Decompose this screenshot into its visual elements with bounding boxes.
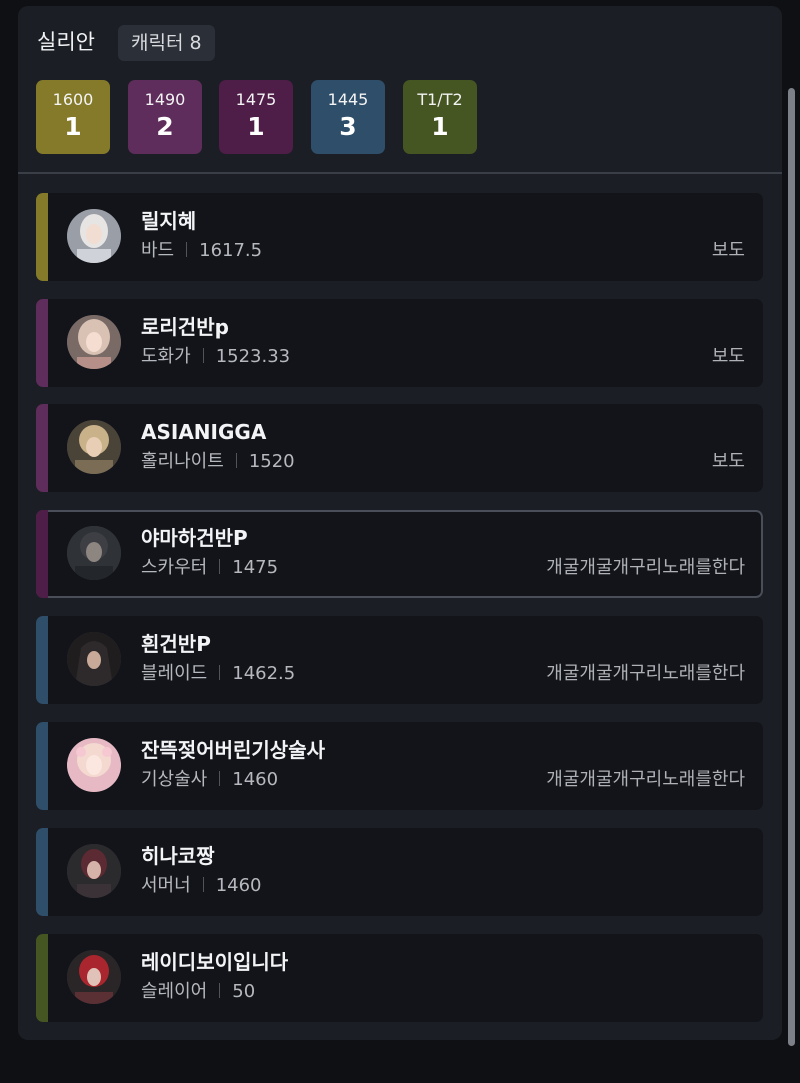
character-meta: 기상술사 1460 [141, 768, 278, 792]
item-level: 50 [232, 981, 256, 1002]
character-meta: 도화가 1523.33 [141, 345, 290, 369]
tier-badge-1445[interactable]: 1445 3 [311, 80, 385, 154]
item-level: 1460 [215, 875, 262, 896]
item-level: 1520 [248, 451, 295, 472]
divider [202, 348, 204, 363]
scrollbar-thumb[interactable] [788, 88, 795, 1046]
avatar-aeromancer-icon [67, 738, 121, 792]
item-level: 1475 [232, 557, 279, 578]
character-meta: 슬레이어 50 [141, 980, 255, 1004]
tier-label: 1490 [144, 90, 186, 109]
character-name: ASIANIGGA [141, 420, 267, 444]
guild-name: 보도 [711, 451, 745, 472]
character-name: 야마하건반P [141, 526, 248, 550]
character-class: 서머너 [141, 875, 191, 896]
character-meta: 블레이드 1462.5 [141, 662, 295, 686]
tier-accent-bar [36, 828, 48, 916]
character-class: 블레이드 [141, 663, 208, 684]
tier-badge-t1-t2[interactable]: T1/T2 1 [403, 80, 477, 154]
item-level: 1617.5 [199, 240, 263, 261]
guild-name: 개굴개굴개구리노래를한다 [546, 663, 745, 684]
divider [219, 771, 221, 786]
character-row-selected[interactable]: 야마하건반P 스카우터 1475 개굴개굴개구리노래를한다 [36, 510, 763, 598]
tier-badge-1600[interactable]: 1600 1 [36, 80, 110, 154]
divider [219, 983, 221, 998]
character-row[interactable]: 레이디보이입니다 슬레이어 50 [36, 934, 763, 1022]
avatar-scouter-icon [67, 526, 121, 580]
character-name: 흰건반P [141, 632, 211, 656]
divider [219, 559, 221, 574]
character-meta: 스카우터 1475 [141, 556, 278, 580]
character-class: 기상술사 [141, 769, 208, 790]
tier-count: 3 [339, 112, 357, 141]
guild-name: 보도 [711, 346, 745, 367]
tier-accent-bar [36, 616, 48, 704]
avatar-slayer-icon [67, 950, 121, 1004]
tier-accent-bar [36, 510, 48, 598]
character-meta: 바드 1617.5 [141, 239, 262, 263]
divider [235, 453, 237, 468]
character-name: 로리건반p [141, 315, 229, 339]
avatar-bard-icon [67, 209, 121, 263]
avatar-artist-icon [67, 315, 121, 369]
guild-name: 개굴개굴개구리노래를한다 [546, 769, 745, 790]
guild-name: 보도 [711, 240, 745, 261]
avatar-summoner-icon [67, 844, 121, 898]
item-level: 1523.33 [215, 346, 291, 367]
character-class: 도화가 [141, 346, 191, 367]
tier-label: T1/T2 [417, 90, 463, 109]
character-row[interactable]: 릴지혜 바드 1617.5 보도 [36, 193, 763, 281]
item-level: 1460 [232, 769, 279, 790]
divider [219, 665, 221, 680]
item-level: 1462.5 [232, 663, 296, 684]
tier-label: 1445 [327, 90, 369, 109]
tier-label: 1600 [52, 90, 94, 109]
character-meta: 홀리나이트 1520 [141, 450, 295, 474]
tier-accent-bar [36, 722, 48, 810]
character-name: 레이디보이입니다 [141, 950, 289, 974]
character-class: 바드 [141, 240, 175, 261]
character-class: 스카우터 [141, 557, 208, 578]
character-row[interactable]: 흰건반P 블레이드 1462.5 개굴개굴개구리노래를한다 [36, 616, 763, 704]
character-row[interactable]: 잔뜩젖어버린기상술사 기상술사 1460 개굴개굴개구리노래를한다 [36, 722, 763, 810]
character-meta: 서머너 1460 [141, 874, 262, 898]
tier-accent-bar [36, 299, 48, 387]
character-row[interactable]: 로리건반p 도화가 1523.33 보도 [36, 299, 763, 387]
avatar-blade-icon [67, 632, 121, 686]
tier-count: 1 [247, 112, 265, 141]
character-class: 슬레이어 [141, 981, 208, 1002]
tier-badge-1490[interactable]: 1490 2 [128, 80, 202, 154]
tier-accent-bar [36, 404, 48, 492]
server-name: 실리안 [37, 30, 95, 54]
character-name: 잔뜩젖어버린기상술사 [141, 738, 325, 762]
tier-count: 1 [431, 112, 449, 141]
tier-accent-bar [36, 934, 48, 1022]
character-class: 홀리나이트 [141, 451, 224, 472]
character-row[interactable]: 히나코짱 서머너 1460 [36, 828, 763, 916]
character-name: 히나코짱 [141, 844, 215, 868]
divider [186, 242, 188, 257]
character-count-badge: 캐릭터 8 [118, 25, 215, 61]
tier-accent-bar [36, 193, 48, 281]
guild-name: 개굴개굴개구리노래를한다 [546, 557, 745, 578]
roster-header: 실리안 캐릭터 8 1600 1 1490 2 1475 1 1445 3 T1… [18, 6, 782, 174]
tier-count: 1 [64, 112, 82, 141]
character-name: 릴지혜 [141, 209, 197, 233]
divider [202, 877, 204, 892]
character-row[interactable]: ASIANIGGA 홀리나이트 1520 보도 [36, 404, 763, 492]
character-list-panel: 실리안 캐릭터 8 1600 1 1490 2 1475 1 1445 3 T1… [18, 6, 782, 1040]
tier-label: 1475 [235, 90, 277, 109]
tier-count: 2 [156, 112, 174, 141]
tier-badge-1475[interactable]: 1475 1 [219, 80, 293, 154]
avatar-paladin-icon [67, 420, 121, 474]
